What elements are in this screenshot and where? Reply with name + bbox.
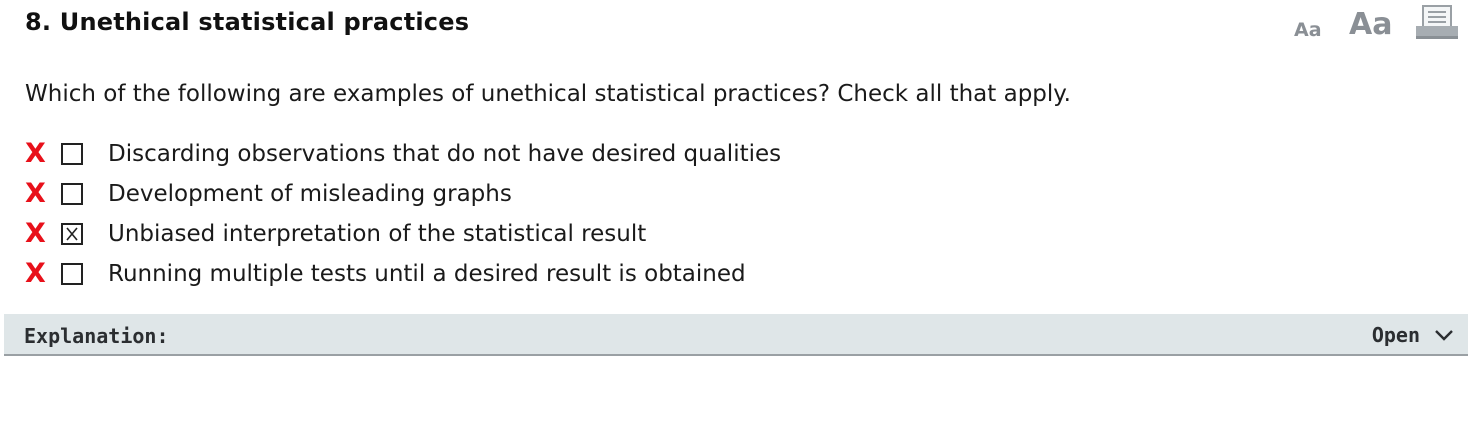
option-row: X Unbiased interpretation of the statist… — [25, 218, 1225, 258]
checkmark-x-icon — [66, 227, 78, 241]
incorrect-mark-icon: X — [25, 178, 46, 209]
option-checkbox[interactable] — [61, 183, 83, 205]
option-row: X Running multiple tests until a desired… — [25, 258, 1225, 298]
option-checkbox[interactable] — [61, 143, 83, 165]
option-label: Discarding observations that do not have… — [108, 141, 782, 167]
option-label: Unbiased interpretation of the statistic… — [108, 221, 647, 247]
print-icon[interactable] — [1415, 4, 1459, 40]
question-title: 8. Unethical statistical practices — [25, 8, 470, 36]
answer-options: X Discarding observations that do not ha… — [25, 138, 1225, 298]
open-label: Open — [1371, 323, 1420, 347]
explanation-open-toggle[interactable]: Open — [1372, 323, 1454, 347]
question-prompt: Which of the following are examples of u… — [25, 81, 1071, 107]
option-row: X Discarding observations that do not ha… — [25, 138, 1225, 178]
incorrect-mark-icon: X — [25, 218, 46, 249]
decrease-font-button[interactable]: Aa — [1294, 19, 1334, 41]
incorrect-mark-icon: X — [25, 258, 46, 289]
chevron-down-icon — [1434, 326, 1454, 345]
explanation-label: Explanation: — [24, 324, 169, 348]
text-size-toolbar: Aa Aa — [1294, 4, 1460, 44]
option-label: Development of misleading graphs — [108, 181, 512, 207]
increase-font-button[interactable]: Aa — [1349, 7, 1397, 42]
option-row: X Development of misleading graphs — [25, 178, 1225, 218]
option-label: Running multiple tests until a desired r… — [108, 261, 746, 287]
option-checkbox[interactable] — [61, 263, 83, 285]
option-checkbox-checked[interactable] — [61, 223, 83, 245]
incorrect-mark-icon: X — [25, 138, 46, 169]
explanation-panel: Explanation: Open — [4, 314, 1468, 356]
